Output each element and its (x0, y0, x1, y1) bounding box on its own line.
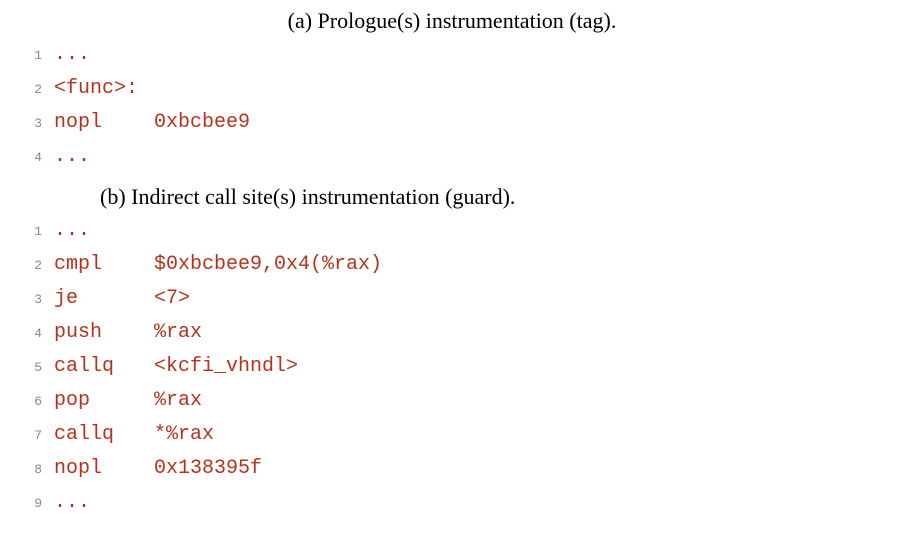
operand: 0xbcbee9 (154, 106, 250, 140)
caption-b: (b) Indirect call site(s) instrumentatio… (0, 184, 904, 210)
lineno: 3 (20, 289, 42, 311)
mnemonic: cmpl (54, 248, 154, 282)
lineno: 4 (20, 147, 42, 169)
code-block-b: 1 ... 2 cmpl $0xbcbee9,0x4(%rax) 3 je <7… (0, 214, 904, 520)
lineno: 1 (20, 45, 42, 67)
code-line: 3 je <7> (20, 282, 904, 316)
code-line: 6 pop %rax (20, 384, 904, 418)
lineno: 4 (20, 323, 42, 345)
mnemonic: ... (54, 486, 154, 520)
operand: 0x138395f (154, 452, 262, 486)
code-line: 7 callq *%rax (20, 418, 904, 452)
mnemonic: ... (54, 140, 154, 174)
operand: %rax (154, 316, 202, 350)
code-line: 2 cmpl $0xbcbee9,0x4(%rax) (20, 248, 904, 282)
code-line: 8 nopl 0x138395f (20, 452, 904, 486)
lineno: 5 (20, 357, 42, 379)
lineno: 2 (20, 79, 42, 101)
operand: *%rax (154, 418, 214, 452)
lineno: 7 (20, 425, 42, 447)
lineno: 3 (20, 113, 42, 135)
mnemonic: ... (54, 214, 154, 248)
operand: <kcfi_vhndl> (154, 350, 298, 384)
lineno: 2 (20, 255, 42, 277)
mnemonic: ... (54, 38, 154, 72)
mnemonic: nopl (54, 452, 154, 486)
mnemonic: push (54, 316, 154, 350)
code-line: 4 push %rax (20, 316, 904, 350)
lineno: 6 (20, 391, 42, 413)
mnemonic: pop (54, 384, 154, 418)
lineno: 9 (20, 493, 42, 515)
mnemonic: je (54, 282, 154, 316)
mnemonic: callq (54, 418, 154, 452)
operand: %rax (154, 384, 202, 418)
code-line: 4 ... (20, 140, 904, 174)
code-line: 9 ... (20, 486, 904, 520)
code-line: 3 nopl 0xbcbee9 (20, 106, 904, 140)
lineno: 8 (20, 459, 42, 481)
mnemonic: <func>: (54, 72, 154, 106)
mnemonic: nopl (54, 106, 154, 140)
lineno: 1 (20, 221, 42, 243)
operand: $0xbcbee9,0x4(%rax) (154, 248, 382, 282)
caption-a: (a) Prologue(s) instrumentation (tag). (0, 8, 904, 34)
code-block-a: 1 ... 2 <func>: 3 nopl 0xbcbee9 4 ... (0, 38, 904, 174)
operand: <7> (154, 282, 190, 316)
code-line: 1 ... (20, 38, 904, 72)
code-line: 1 ... (20, 214, 904, 248)
code-line: 2 <func>: (20, 72, 904, 106)
code-line: 5 callq <kcfi_vhndl> (20, 350, 904, 384)
mnemonic: callq (54, 350, 154, 384)
